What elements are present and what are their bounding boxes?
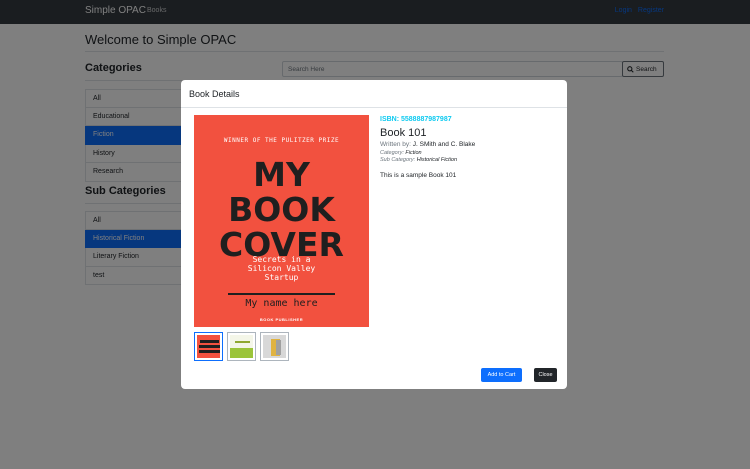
book-info: ISBN: 5588887987987 Book 101 Written by:… — [380, 116, 560, 179]
category-label: Category: — [380, 150, 404, 156]
author-line: Written by: J. SMith and C. Blake — [380, 141, 560, 148]
category-value: Fiction — [405, 150, 422, 156]
add-to-cart-button[interactable]: Add to Cart — [481, 368, 522, 382]
sub-category-value: Historical Fiction — [416, 157, 458, 164]
thumbnail-1[interactable] — [194, 332, 223, 361]
thumbnail-2[interactable] — [227, 332, 256, 361]
cover-subtitle-line: Silicon Valley — [247, 264, 316, 274]
thumbnail-3[interactable] — [260, 332, 289, 361]
thumbnail-strip — [194, 332, 289, 361]
close-button[interactable]: Close — [534, 368, 557, 382]
cover-author-name: My name here — [245, 298, 318, 309]
cover-title-line2: BOOK — [228, 190, 335, 229]
modal-title: Book Details — [181, 80, 567, 108]
book-title: Book 101 — [380, 127, 427, 139]
cover-subtitle-line: Secrets in a — [252, 255, 311, 264]
cover-subtitle-line: Startup — [264, 273, 299, 283]
isbn-text: ISBN: 5588887987987 — [380, 116, 452, 123]
cover-publisher: BOOK PUBLISHER — [259, 317, 304, 322]
book-description: This is a sample Book 101 — [380, 172, 457, 180]
cover-subtitle: Secrets in a Silicon Valley Startup — [194, 255, 369, 283]
cover-award-text: WINNER OF THE PULITZER PRIZE — [223, 137, 340, 144]
book-details-modal: Book Details WINNER OF THE PULITZER PRIZ… — [181, 80, 567, 389]
category-meta: Category: Fiction Sub Category: Historic… — [380, 150, 560, 164]
author-names: J. SMith and C. Blake — [412, 141, 476, 148]
cover-divider — [228, 293, 335, 295]
written-by-label: Written by: — [380, 141, 411, 148]
book-cover-image: WINNER OF THE PULITZER PRIZE MY BOOK COV… — [194, 115, 369, 327]
cover-title-line1: MY — [253, 155, 310, 194]
sub-category-label: Sub Category: — [380, 157, 416, 164]
